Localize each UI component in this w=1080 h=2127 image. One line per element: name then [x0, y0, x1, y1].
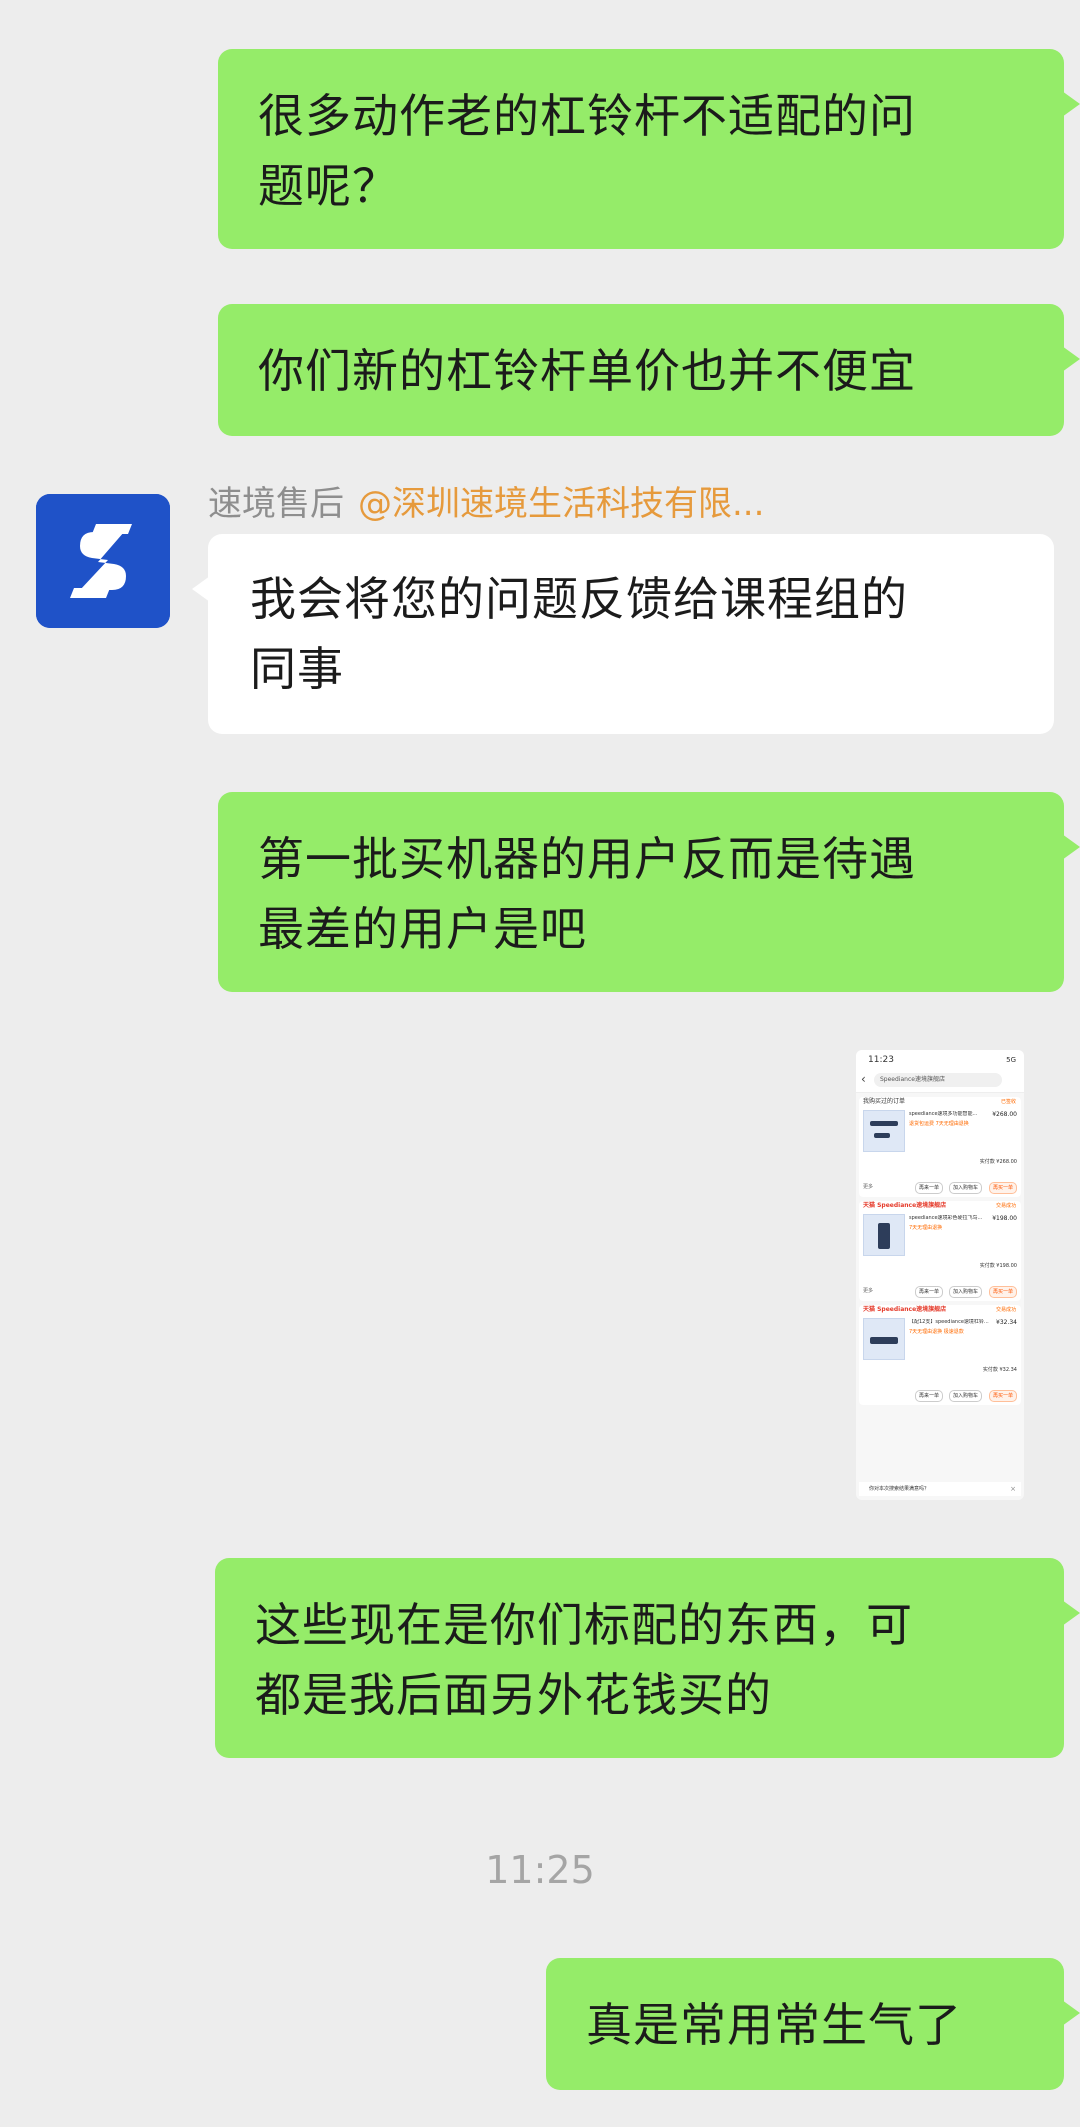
order-status: 交易成功: [995, 1203, 1016, 1209]
shop-search-bar: ‹ Speediance速境旗舰店: [856, 1070, 1024, 1093]
order-card: 我购买过的订单 已签收 speediance速境多功能智能... ¥268.00…: [859, 1097, 1021, 1197]
outgoing-message-bubble[interactable]: 这些现在是你们标配的东西，可 都是我后面另外花钱买的: [215, 1558, 1080, 1758]
order-shop-name: 天猫 Speediance速境旗舰店 交易成功: [859, 1201, 1021, 1211]
buy-again-button: 再买一单: [988, 1182, 1017, 1194]
shop-label: 天猫 Speediance速境旗舰店: [863, 1306, 947, 1313]
sender-name-line: 速境售后 @深圳速境生活科技有限...: [208, 482, 764, 526]
add-cart-button: 加入购物车: [949, 1390, 983, 1402]
product-price: ¥198.00: [992, 1215, 1017, 1222]
order-actions: 更多 再来一单 加入购物车 再买一单: [863, 1182, 1017, 1194]
product-tag: 退货包运费 7天无理由退换: [909, 1121, 969, 1127]
reorder-button: 再来一单: [915, 1182, 944, 1194]
incoming-message-bubble[interactable]: 我会将您的问题反馈给课程组的 同事: [192, 534, 1054, 734]
product-thumbnail: [863, 1318, 905, 1360]
buy-again-button: 再买一单: [988, 1286, 1017, 1298]
paid-amount: 实付款 ¥198.00: [979, 1263, 1017, 1269]
paid-amount: 实付款 ¥268.00: [979, 1159, 1017, 1165]
outgoing-message-bubble[interactable]: 很多动作老的杠铃杆不适配的问 题呢？: [218, 49, 1080, 249]
buy-again-button: 再买一单: [988, 1390, 1017, 1402]
product-tag: 7天无理由退换: [909, 1225, 943, 1231]
message-text-line: 题呢？: [258, 159, 399, 213]
more-link: 更多: [863, 1184, 874, 1190]
outgoing-message-bubble[interactable]: 你们新的杠铃杆单价也并不便宜: [218, 304, 1080, 436]
order-shop-name: 我购买过的订单 已签收: [859, 1097, 1021, 1107]
add-cart-button: 加入购物车: [949, 1182, 983, 1194]
reorder-button: 再来一单: [915, 1390, 944, 1402]
status-time: 11:23: [868, 1055, 894, 1065]
message-text-line: 第一批买机器的用户反而是待遇: [258, 832, 916, 886]
product-tag: 7天无理由退换 极速退款: [909, 1329, 964, 1335]
order-actions: 更多 再来一单 加入购物车 再买一单: [863, 1286, 1017, 1298]
order-shop-name: 天猫 Speediance速境旗舰店 交易成功: [859, 1305, 1021, 1315]
outgoing-message-bubble[interactable]: 真是常用常生气了: [546, 1958, 1080, 2090]
survey-bar: 你对本次搜索结果满意吗？ ×: [859, 1482, 1021, 1496]
survey-text: 你对本次搜索结果满意吗？: [869, 1486, 930, 1492]
message-text-line: 最差的用户是吧: [258, 902, 587, 956]
speediance-logo-icon: [36, 494, 170, 628]
image-message-thumbnail[interactable]: 11:23 5G ‹ Speediance速境旗舰店 我购买过的订单 已签收 s…: [856, 1050, 1024, 1500]
order-card: 天猫 Speediance速境旗舰店 交易成功 speediance速境彩色硬拉…: [859, 1201, 1021, 1301]
order-status: 已签收: [1000, 1099, 1016, 1105]
message-text-line: 这些现在是你们标配的东西，可: [255, 1598, 913, 1652]
close-icon: ×: [1010, 1485, 1016, 1493]
shop-label: 天猫 Speediance速境旗舰店: [863, 1202, 947, 1209]
status-network: 5G: [1006, 1056, 1016, 1064]
message-text-line: 真是常用常生气了: [586, 1998, 962, 2052]
reorder-button: 再来一单: [915, 1286, 944, 1298]
sender-name: 速境售后: [208, 484, 344, 524]
message-text-line: 同事: [250, 642, 344, 696]
product-title: speediance速境彩色硬拉飞鸟...: [909, 1215, 983, 1221]
product-price: ¥268.00: [992, 1111, 1017, 1118]
outgoing-message-bubble[interactable]: 第一批买机器的用户反而是待遇 最差的用户是吧: [218, 792, 1080, 992]
message-text-line: 很多动作老的杠铃杆不适配的问: [258, 89, 916, 143]
product-price: ¥32.34: [996, 1319, 1017, 1326]
shop-label: 我购买过的订单: [863, 1098, 906, 1105]
chat-timestamp: 11:25: [485, 1848, 595, 1892]
phone-status-bar: 11:23 5G: [856, 1050, 1024, 1070]
search-box: Speediance速境旗舰店: [874, 1073, 1002, 1087]
product-thumbnail: [863, 1110, 905, 1152]
sender-avatar[interactable]: [36, 494, 170, 628]
product-thumbnail: [863, 1214, 905, 1256]
paid-amount: 实付款 ¥32.34: [982, 1367, 1017, 1373]
sender-organization: @深圳速境生活科技有限...: [358, 484, 765, 524]
product-title: 【配12支】speediance速境杠铃...: [909, 1319, 989, 1325]
more-link: 更多: [863, 1288, 874, 1294]
order-card: 天猫 Speediance速境旗舰店 交易成功 【配12支】speediance…: [859, 1305, 1021, 1405]
add-cart-button: 加入购物车: [949, 1286, 983, 1298]
product-title: speediance速境多功能智能...: [909, 1111, 978, 1117]
message-text-line: 我会将您的问题反馈给课程组的: [250, 572, 908, 626]
message-text-line: 都是我后面另外花钱买的: [255, 1668, 772, 1722]
message-text-line: 你们新的杠铃杆单价也并不便宜: [258, 344, 916, 398]
order-status: 交易成功: [995, 1307, 1016, 1313]
back-arrow-icon: ‹: [861, 1072, 866, 1086]
order-actions: 再来一单 加入购物车 再买一单: [863, 1390, 1017, 1402]
